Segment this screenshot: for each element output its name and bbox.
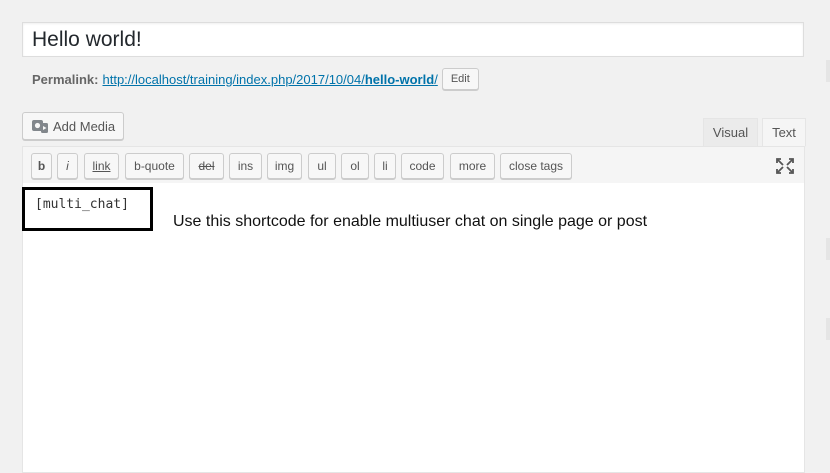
permalink-link[interactable]: http://localhost/training/index.php/2017… (102, 72, 437, 87)
qt-ol-button[interactable]: ol (341, 153, 369, 179)
permalink-slug: hello-world (364, 71, 435, 87)
add-media-label: Add Media (53, 118, 116, 134)
permalink-label: Permalink: (32, 71, 99, 87)
qt-img-button[interactable]: img (267, 153, 302, 179)
permalink-edit-button[interactable]: Edit (441, 68, 479, 90)
qt-ins-button[interactable]: ins (229, 153, 262, 179)
qt-bold-button[interactable]: b (31, 153, 52, 179)
qt-li-button[interactable]: li (374, 153, 396, 179)
qt-close-tags-button[interactable]: close tags (500, 153, 572, 179)
permalink-row: Permalink: http://localhost/training/ind… (32, 67, 479, 91)
quicktags-toolbar: b i link b-quote del ins img ul ol li co… (22, 146, 805, 184)
permalink-url-suffix: / (434, 71, 438, 87)
shortcode-highlight-box: [multi_chat] (22, 187, 153, 231)
qt-more-button[interactable]: more (450, 153, 495, 179)
sidebar-edge-hint (826, 60, 830, 82)
qt-link-button[interactable]: link (84, 153, 119, 179)
qt-code-button[interactable]: code (401, 153, 444, 179)
sidebar-edge-hint (826, 238, 830, 260)
qt-italic-button[interactable]: i (57, 153, 78, 179)
media-camera-icon (32, 120, 48, 133)
post-title-text: Hello world! (32, 28, 142, 51)
permalink-url-prefix: http://localhost/training/index.php/2017… (102, 71, 365, 87)
editor-content-shortcode: [multi_chat] (35, 197, 129, 212)
sidebar-edge-hint (826, 318, 830, 340)
post-title-field[interactable]: Hello world! (22, 22, 804, 57)
shortcode-annotation: Use this shortcode for enable multiuser … (173, 213, 648, 230)
qt-ul-button[interactable]: ul (308, 153, 336, 179)
tab-visual[interactable]: Visual (703, 118, 758, 147)
qt-del-button[interactable]: del (189, 153, 224, 179)
qt-bquote-button[interactable]: b-quote (125, 153, 184, 179)
tab-text[interactable]: Text (762, 118, 806, 147)
add-media-button[interactable]: Add Media (22, 112, 124, 140)
fullscreen-expand-icon[interactable] (776, 158, 794, 174)
